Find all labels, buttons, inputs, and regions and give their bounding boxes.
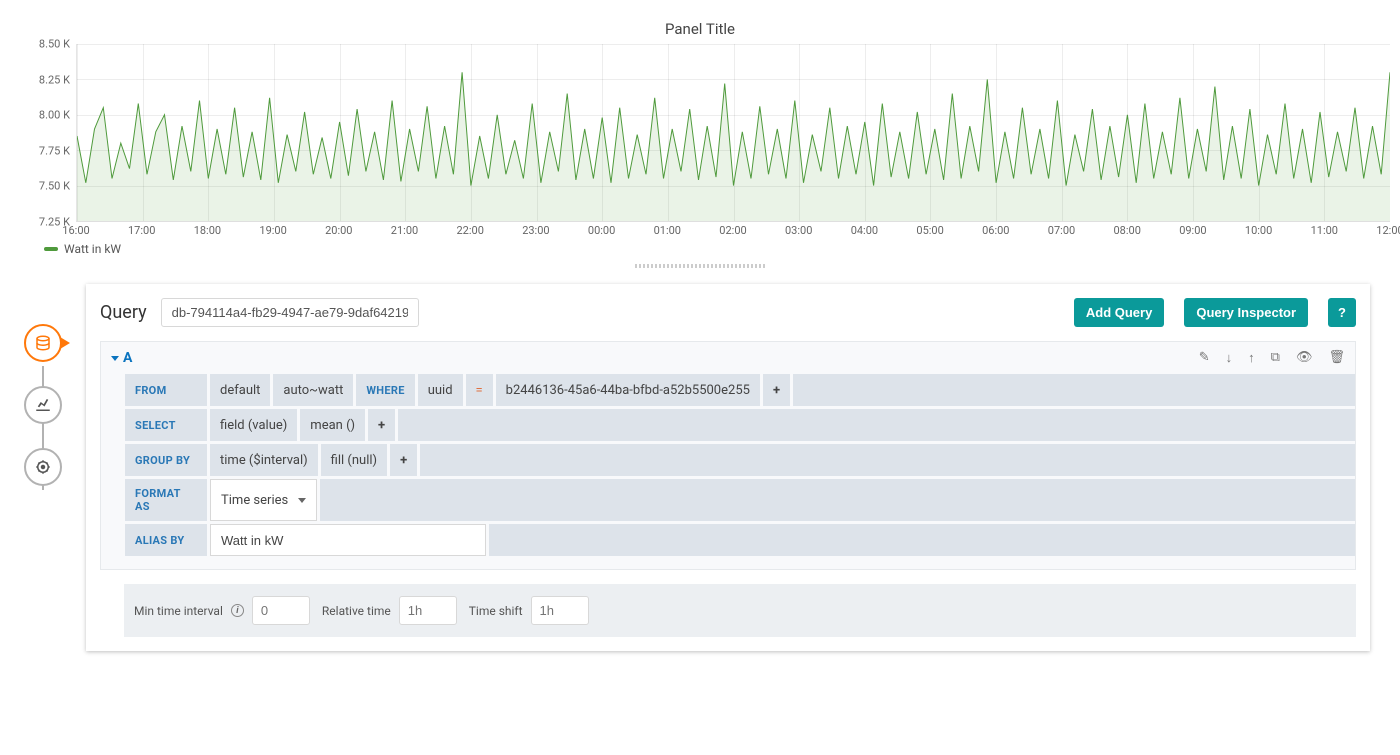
select-add[interactable]: +	[368, 409, 395, 441]
x-tick: 10:00	[1245, 224, 1272, 237]
relative-time-input[interactable]	[399, 596, 457, 625]
x-tick: 11:00	[1311, 224, 1338, 237]
query-remove-icon[interactable]: 🗑	[1328, 350, 1345, 366]
time-shift-input[interactable]	[531, 596, 589, 625]
x-tick: 07:00	[1048, 224, 1075, 237]
where-field[interactable]: uuid	[418, 374, 463, 406]
groupby-fill[interactable]: fill (null)	[321, 444, 387, 476]
legend-swatch	[44, 247, 58, 251]
select-label: SELECT	[125, 409, 207, 441]
query-move-down-icon[interactable]: ↓	[1226, 350, 1233, 366]
groupby-time[interactable]: time ($interval)	[210, 444, 318, 476]
query-toggle[interactable]: A	[111, 350, 132, 366]
query-hide-icon[interactable]: 👁	[1296, 350, 1313, 366]
format-select[interactable]: Time series	[210, 479, 317, 521]
legend-label: Watt in kW	[64, 242, 121, 256]
x-tick: 03:00	[785, 224, 812, 237]
x-tick: 00:00	[588, 224, 615, 237]
x-tick: 08:00	[1113, 224, 1140, 237]
groupby-add[interactable]: +	[390, 444, 417, 476]
panel-resize-handle[interactable]	[635, 264, 765, 268]
x-tick: 01:00	[654, 224, 681, 237]
select-field[interactable]: field (value)	[210, 409, 297, 441]
x-tick: 22:00	[456, 224, 483, 237]
where-value[interactable]: b2446136-45a6-44ba-bfbd-a52b5500e255	[496, 374, 760, 406]
y-tick: 8.50 K	[39, 38, 70, 51]
x-tick: 16:00	[62, 224, 89, 237]
y-tick: 8.25 K	[39, 73, 70, 86]
alias-label: ALIAS BY	[125, 524, 207, 556]
chart-x-axis: 16:0017:0018:0019:0020:0021:0022:0023:00…	[76, 222, 1390, 238]
x-tick: 06:00	[982, 224, 1009, 237]
from-measurement[interactable]: auto~watt	[273, 374, 353, 406]
query-help-button[interactable]: ?	[1328, 298, 1356, 327]
chart-legend[interactable]: Watt in kW	[44, 242, 1390, 256]
y-tick: 7.75 K	[39, 144, 70, 157]
add-query-button[interactable]: Add Query	[1074, 298, 1164, 327]
time-shift-label: Time shift	[469, 604, 523, 618]
alias-input[interactable]	[210, 524, 486, 556]
tab-visualization[interactable]	[24, 386, 62, 424]
info-icon[interactable]: i	[231, 604, 244, 617]
min-interval-label: Min time interval	[134, 604, 223, 618]
x-tick: 23:00	[522, 224, 549, 237]
query-inspector-button[interactable]: Query Inspector	[1184, 298, 1308, 327]
query-heading: Query	[100, 302, 147, 323]
x-tick: 19:00	[259, 224, 286, 237]
x-tick: 20:00	[325, 224, 352, 237]
x-tick: 04:00	[851, 224, 878, 237]
chart-plot-area[interactable]	[76, 44, 1390, 222]
x-tick: 09:00	[1179, 224, 1206, 237]
x-tick: 18:00	[194, 224, 221, 237]
datasource-input[interactable]	[161, 298, 419, 327]
query-letter: A	[123, 350, 132, 366]
chart-title: Panel Title	[10, 20, 1390, 38]
x-tick: 17:00	[128, 224, 155, 237]
query-edit-icon[interactable]: ✎	[1199, 350, 1210, 366]
panel-chart: Panel Title 8.50 K 8.25 K 8.00 K 7.75 K 7.50…	[10, 20, 1390, 268]
y-tick: 8.00 K	[39, 109, 70, 122]
where-add[interactable]: +	[763, 374, 790, 406]
relative-time-label: Relative time	[322, 604, 391, 618]
format-label: FORMAT AS	[125, 479, 207, 521]
groupby-label: GROUP BY	[125, 444, 207, 476]
x-tick: 12:00	[1376, 224, 1400, 237]
from-label: FROM	[125, 374, 207, 406]
query-panel: Query Add Query Query Inspector ? A ✎ ↓ …	[86, 284, 1370, 651]
where-op[interactable]: =	[466, 374, 493, 406]
min-interval-input[interactable]	[252, 596, 310, 625]
x-tick: 21:00	[391, 224, 418, 237]
x-tick: 02:00	[719, 224, 746, 237]
query-duplicate-icon[interactable]: ⧉	[1271, 350, 1280, 366]
query-move-up-icon[interactable]: ↑	[1248, 350, 1255, 366]
y-tick: 7.50 K	[39, 180, 70, 193]
query-a: A ✎ ↓ ↑ ⧉ 👁 🗑 FROM default auto~watt W	[100, 341, 1356, 570]
x-tick: 05:00	[916, 224, 943, 237]
query-time-options: Min time interval i Relative time Time s…	[124, 584, 1356, 637]
where-label: WHERE	[356, 374, 414, 406]
tab-general[interactable]	[24, 448, 62, 486]
chart-y-axis: 8.50 K8.25 K8.00 K7.75 K7.50 K7.25 K	[10, 44, 76, 222]
tab-query[interactable]	[24, 324, 62, 362]
select-agg[interactable]: mean ()	[300, 409, 365, 441]
editor-tabs	[0, 284, 86, 510]
from-policy[interactable]: default	[210, 374, 270, 406]
chevron-down-icon	[111, 356, 119, 361]
